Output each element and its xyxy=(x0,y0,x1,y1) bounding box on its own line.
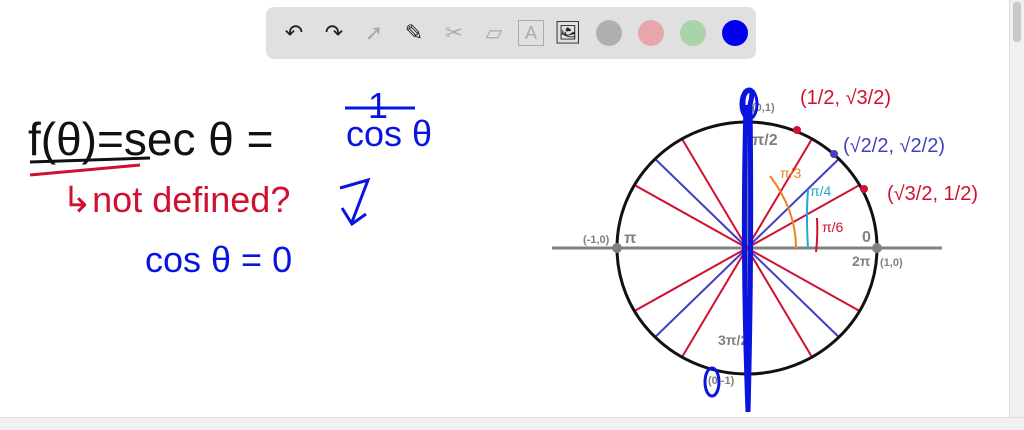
point-30 xyxy=(860,185,868,193)
label-angle-45: π/4 xyxy=(810,183,832,199)
label-left-point: (-1,0) xyxy=(583,234,610,246)
fraction-denominator: cos θ xyxy=(346,113,432,154)
not-defined-note: ↳not defined? xyxy=(62,179,290,220)
label-pi: π xyxy=(624,230,636,247)
label-pi-half: π/2 xyxy=(752,132,778,149)
label-angle-60: π/3 xyxy=(780,165,802,181)
point-right xyxy=(872,243,882,253)
label-bottom-point: (0,-1) xyxy=(708,375,735,387)
label-angle-30: π/6 xyxy=(822,219,844,235)
point-left xyxy=(612,243,622,253)
drawing-canvas[interactable]: f(θ)=sec θ = 1 cos θ ↳not defined? cos θ… xyxy=(0,0,1010,418)
cos-zero-equation: cos θ = 0 xyxy=(145,239,292,280)
sec-definition: f(θ)=sec θ = xyxy=(28,113,273,165)
label-two-pi: 2π xyxy=(852,253,871,269)
arc-pi-6 xyxy=(815,217,819,253)
label-point-60: (1/2, √3/2) xyxy=(800,87,891,109)
label-point-30: (√3/2, 1/2) xyxy=(887,183,978,205)
vertical-scrollbar[interactable] xyxy=(1009,0,1024,418)
label-point-45: (√2/2, √2/2) xyxy=(843,135,945,157)
arrow-icon xyxy=(339,177,371,227)
point-45 xyxy=(830,150,838,158)
label-zero: 0 xyxy=(862,229,871,246)
label-right-point: (1,0) xyxy=(880,257,903,269)
point-60 xyxy=(793,126,801,134)
red-underline xyxy=(29,163,141,177)
scroll-thumb[interactable] xyxy=(1013,2,1021,42)
arc-pi-4 xyxy=(806,189,809,249)
horizontal-scrollbar[interactable] xyxy=(0,417,1024,430)
